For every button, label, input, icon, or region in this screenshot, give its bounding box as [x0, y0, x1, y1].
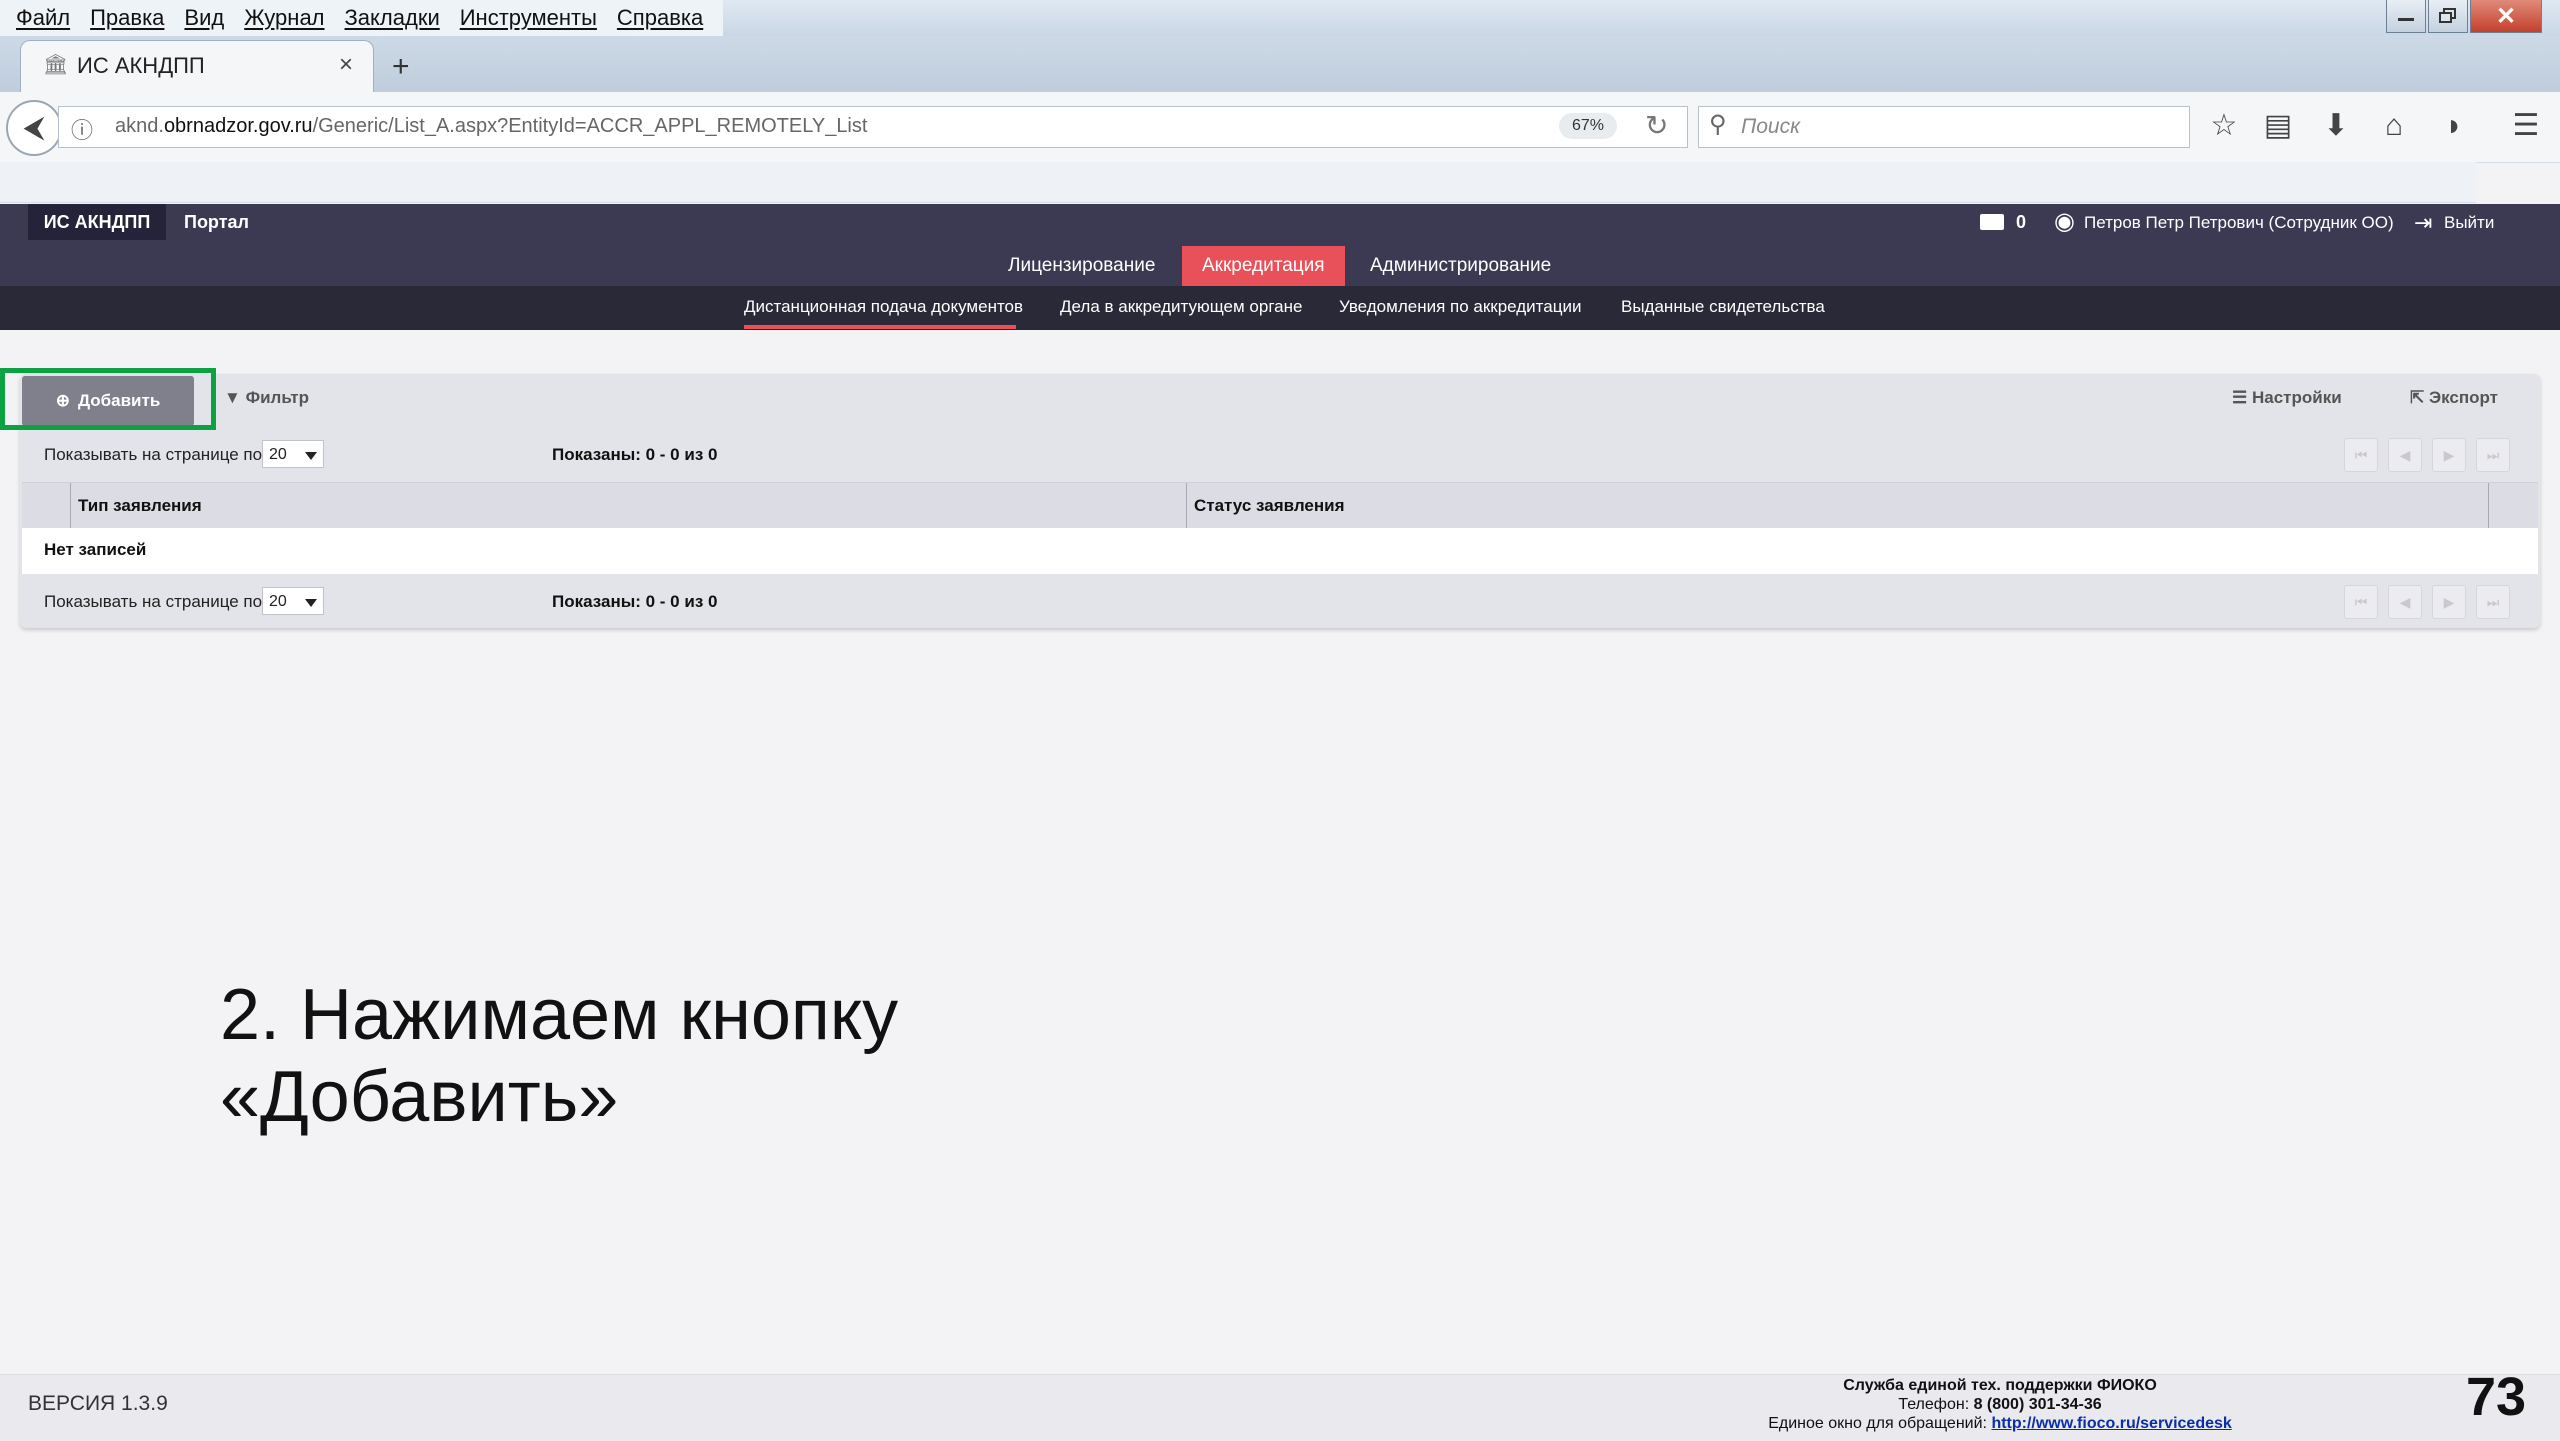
- column-divider: [2488, 483, 2489, 529]
- subnav-cases[interactable]: Дела в аккредитующем органе: [1060, 286, 1302, 330]
- subnav-remote-submission[interactable]: Дистанционная подача документов: [744, 286, 1023, 330]
- first-page-button[interactable]: ⏮: [2344, 438, 2378, 472]
- url-text: aknd.obrnadzor.gov.ru/Generic/List_A.asp…: [115, 115, 868, 137]
- export-label: Экспорт: [2428, 388, 2498, 407]
- instruction-line-1: 2. Нажимаем кнопку: [220, 975, 899, 1055]
- instruction-text: 2. Нажимаем кнопку «Добавить»: [220, 974, 1220, 1138]
- nav-administration[interactable]: Администрирование: [1350, 246, 1571, 286]
- slide-number: 73: [2466, 1367, 2527, 1427]
- tab-title: ИС АКНДПП: [77, 53, 205, 78]
- back-button[interactable]: ⮜: [6, 100, 62, 156]
- pocket-icon[interactable]: ◗: [2432, 104, 2476, 148]
- table-header: Тип заявления Статус заявления: [22, 482, 2538, 530]
- mail-icon[interactable]: [1980, 214, 2004, 230]
- home-icon[interactable]: ⌂: [2372, 104, 2416, 148]
- menu-view[interactable]: Вид: [174, 0, 234, 36]
- records-shown: Показаны: 0 - 0 из 0: [552, 445, 718, 464]
- portal-link[interactable]: Портал: [184, 212, 249, 233]
- export-icon: ⇱: [2410, 388, 2425, 407]
- menu-help[interactable]: Справка: [607, 0, 713, 36]
- filter-label: Фильтр: [245, 388, 309, 407]
- tab-strip: [0, 36, 2560, 92]
- window-close-button[interactable]: ✕: [2470, 0, 2542, 33]
- search-placeholder: Поиск: [1741, 115, 1800, 138]
- hamburger-menu-icon[interactable]: ☰: [2504, 104, 2548, 148]
- support-info: Служба единой тех. поддержки ФИОКО Телеф…: [1700, 1376, 2300, 1433]
- download-icon[interactable]: ⬇: [2314, 104, 2358, 148]
- table-row: Нет записей: [22, 528, 2538, 574]
- next-page-button[interactable]: ▶: [2432, 585, 2466, 619]
- bookmarks-toolbar: [0, 162, 2476, 203]
- address-bar[interactable]: ⓘ aknd.obrnadzor.gov.ru/Generic/List_A.a…: [58, 106, 1688, 148]
- menu-file[interactable]: Файл: [6, 0, 80, 36]
- page-size-select[interactable]: 20: [262, 440, 324, 468]
- first-page-button[interactable]: ⏮: [2344, 585, 2378, 619]
- version-label: ВЕРСИЯ 1.3.9: [28, 1392, 168, 1415]
- instruction-line-2: «Добавить»: [220, 1057, 619, 1137]
- star-icon[interactable]: ☆: [2202, 104, 2246, 148]
- chevron-down-icon: [305, 599, 317, 607]
- column-application-type[interactable]: Тип заявления: [78, 483, 202, 529]
- reading-list-icon[interactable]: ▤: [2256, 104, 2300, 148]
- user-name[interactable]: Петров Петр Петрович (Сотрудник ОО): [2084, 213, 2394, 233]
- highlight-frame: [0, 368, 216, 430]
- settings-label: Настройки: [2251, 388, 2342, 407]
- last-page-button[interactable]: ⏭: [2476, 585, 2510, 619]
- logout-link[interactable]: Выйти: [2444, 213, 2494, 233]
- page-size-label: Показывать на странице по: [44, 592, 263, 611]
- column-divider: [70, 483, 71, 529]
- support-window: Единое окно для обращений: http://www.fi…: [1768, 1415, 2232, 1432]
- reload-icon[interactable]: ↻: [1645, 109, 1668, 142]
- info-icon[interactable]: ⓘ: [71, 113, 93, 145]
- filter-button[interactable]: ▼ Фильтр: [224, 388, 309, 408]
- browser-menu: Файл Правка Вид Журнал Закладки Инструме…: [0, 0, 724, 36]
- nav-licensing[interactable]: Лицензирование: [988, 246, 1175, 286]
- app-brand[interactable]: ИС АКНДПП: [28, 204, 166, 240]
- logout-icon[interactable]: ⇥: [2414, 210, 2432, 236]
- list-icon: ☰: [2232, 388, 2248, 407]
- page-size-select[interactable]: 20: [262, 587, 324, 615]
- page-size-value: 20: [269, 593, 287, 610]
- maximize-button[interactable]: [2428, 0, 2468, 33]
- zoom-level[interactable]: 67%: [1559, 113, 1617, 139]
- nav-accreditation[interactable]: Аккредитация: [1182, 246, 1345, 286]
- menu-history[interactable]: Журнал: [234, 0, 334, 36]
- building-icon: 🏛: [43, 54, 69, 76]
- last-page-button[interactable]: ⏭: [2476, 438, 2510, 472]
- settings-button[interactable]: ☰ Настройки: [2232, 388, 2342, 408]
- filter-icon: ▼: [224, 388, 241, 407]
- active-tab-indicator: [744, 325, 1016, 329]
- close-icon: ✕: [2495, 2, 2517, 30]
- page-size-value: 20: [269, 446, 287, 463]
- support-title: Служба единой тех. поддержки ФИОКО: [1843, 1377, 2157, 1394]
- column-divider: [1186, 483, 1187, 529]
- next-page-button[interactable]: ▶: [2432, 438, 2466, 472]
- subnav-certificates[interactable]: Выданные свидетельства: [1621, 286, 1825, 330]
- restore-icon: [2439, 8, 2456, 23]
- search-bar[interactable]: ⚲ Поиск: [1698, 106, 2190, 148]
- minimize-icon: [2398, 18, 2414, 21]
- no-records-text: Нет записей: [44, 540, 147, 559]
- search-icon: ⚲: [1709, 111, 1727, 138]
- prev-page-button[interactable]: ◀: [2388, 438, 2422, 472]
- user-icon: ◉: [2054, 208, 2075, 235]
- chevron-down-icon: [305, 452, 317, 460]
- menu-tools[interactable]: Инструменты: [450, 0, 607, 36]
- support-link[interactable]: http://www.fioco.ru/servicedesk: [1991, 1415, 2231, 1432]
- new-tab-icon[interactable]: +: [392, 50, 410, 84]
- page-size-label: Показывать на странице по: [44, 445, 263, 464]
- menu-edit[interactable]: Правка: [80, 0, 174, 36]
- support-phone: Телефон: 8 (800) 301-34-36: [1898, 1396, 2102, 1413]
- prev-page-button[interactable]: ◀: [2388, 585, 2422, 619]
- subnav-notifications[interactable]: Уведомления по аккредитации: [1339, 286, 1581, 330]
- menu-bookmarks[interactable]: Закладки: [335, 0, 450, 36]
- tab-close-icon[interactable]: ×: [339, 51, 353, 79]
- arrow-left-icon: ⮜: [23, 111, 45, 144]
- minimize-button[interactable]: [2386, 0, 2426, 33]
- column-application-status[interactable]: Статус заявления: [1194, 483, 1345, 529]
- browser-tab[interactable]: 🏛 ИС АКНДПП ×: [20, 40, 374, 93]
- export-button[interactable]: ⇱ Экспорт: [2410, 388, 2498, 408]
- records-shown: Показаны: 0 - 0 из 0: [552, 592, 718, 611]
- mail-count: 0: [2016, 212, 2027, 232]
